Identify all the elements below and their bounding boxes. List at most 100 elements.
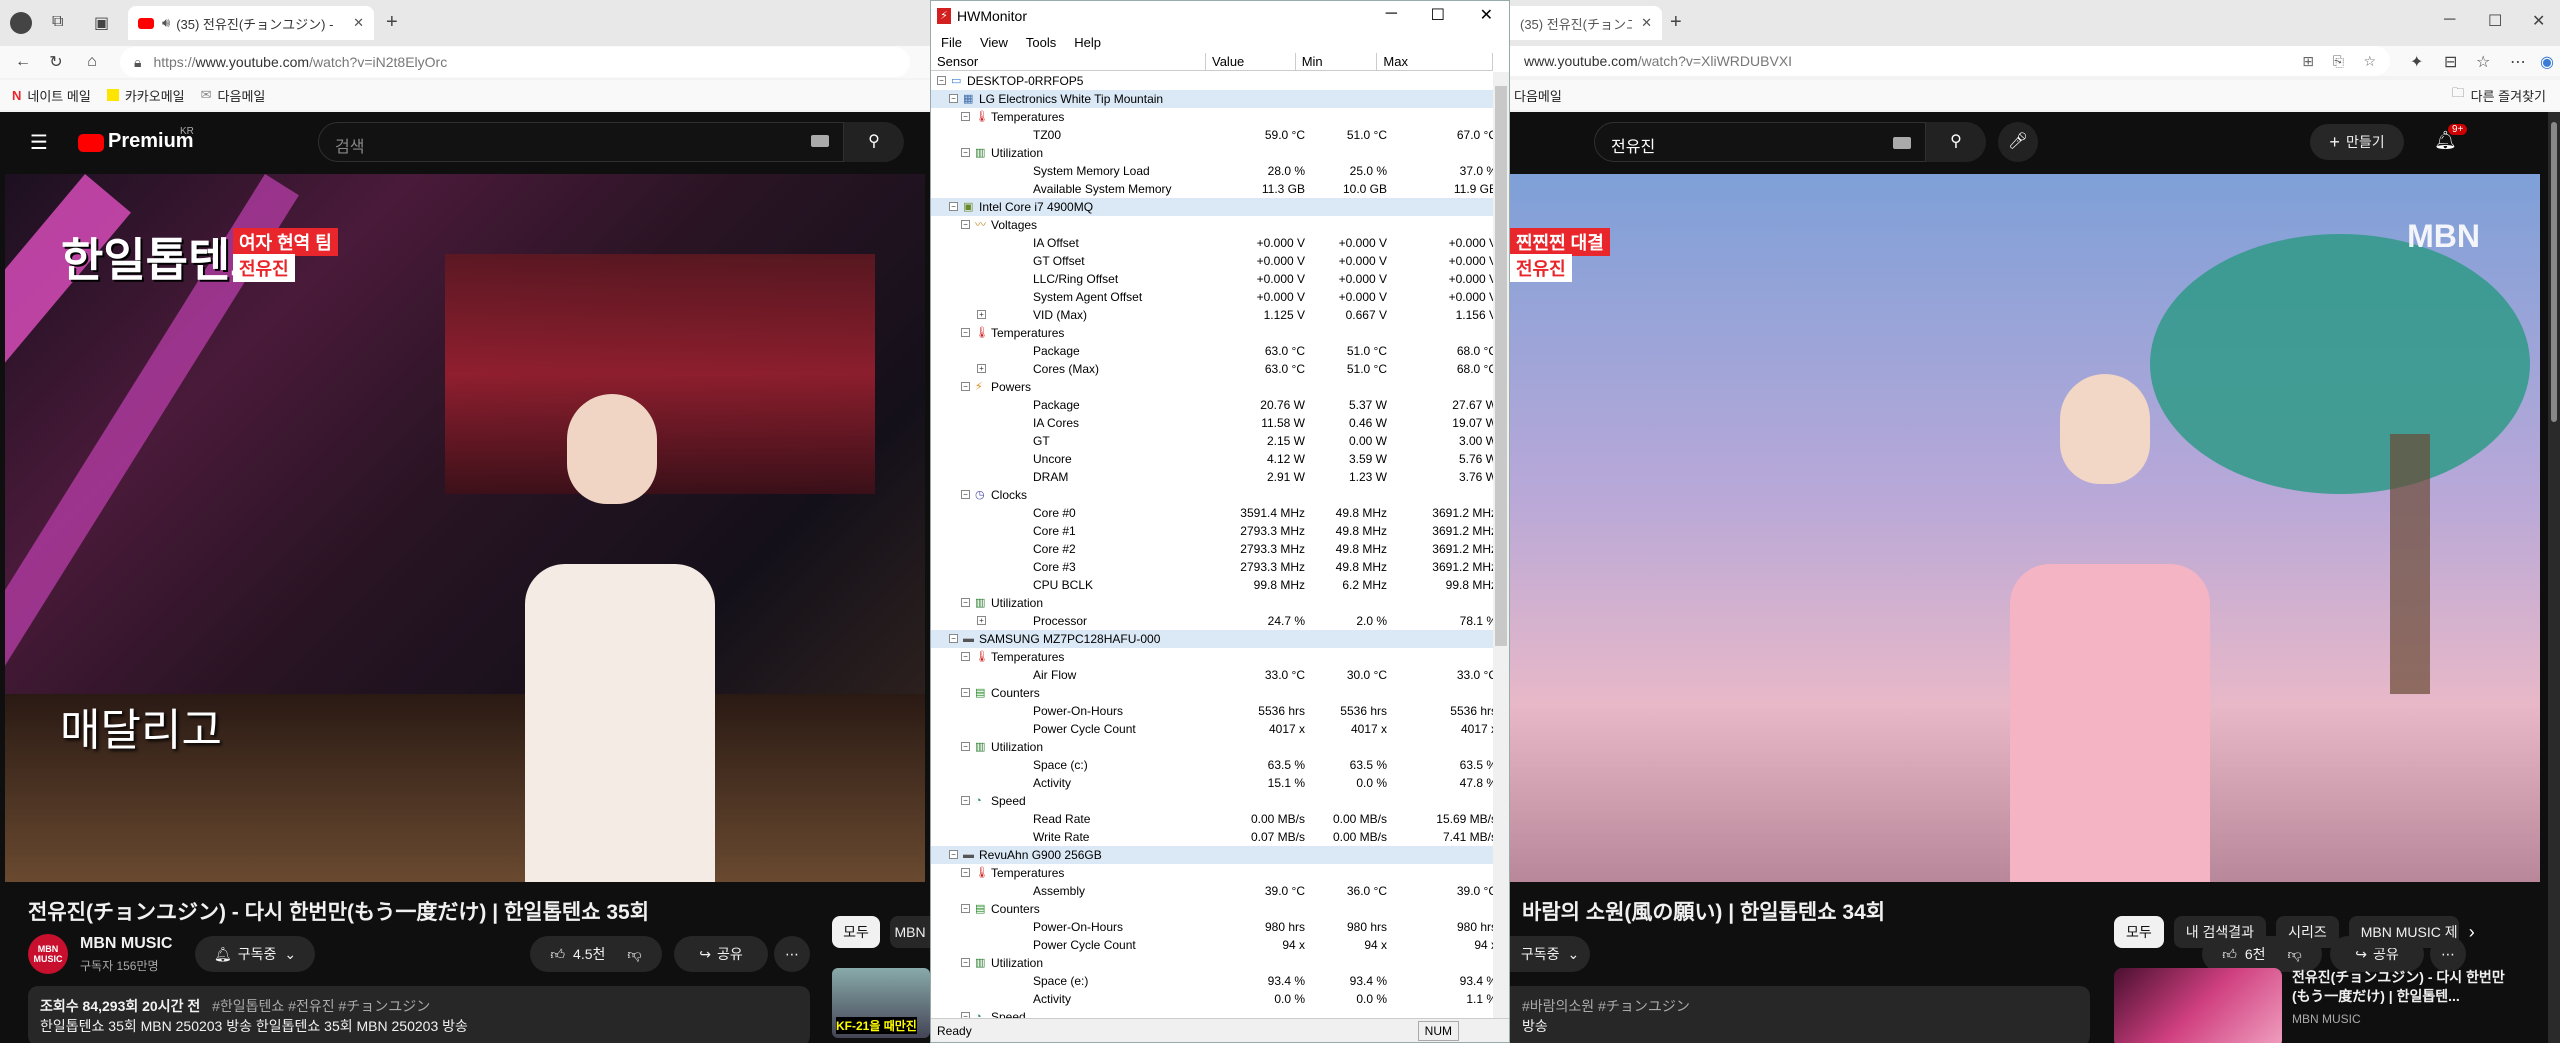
keyboard-icon[interactable] <box>811 135 829 147</box>
right-chip-all-btn[interactable]: 모두 <box>2114 916 2164 948</box>
channel-name[interactable]: MBN MUSIC <box>80 935 172 953</box>
right-description-box[interactable]: #바람의소원 #チョンユジン 방송 <box>1510 986 2090 1043</box>
menu-help[interactable]: Help <box>1074 35 1101 50</box>
collapse-icon[interactable]: − <box>949 850 958 859</box>
other-favorites[interactable]: 다른 즐겨찾기 <box>2471 86 2546 105</box>
expand-icon[interactable]: + <box>977 364 986 373</box>
sensor-row[interactable]: IA Cores 11.58 W 0.46 W 19.07 W <box>931 414 1493 432</box>
sensor-row[interactable]: + Cores (Max) 63.0 °C 51.0 °C 68.0 °C <box>931 360 1493 378</box>
col-min[interactable]: Min <box>1296 53 1378 71</box>
collapse-icon[interactable]: − <box>961 148 970 157</box>
collapse-icon[interactable]: − <box>961 868 970 877</box>
sensor-row[interactable]: GT Offset +0.000 V +0.000 V +0.000 V <box>931 252 1493 270</box>
group-row[interactable]: − 🌡︎ Temperatures <box>931 324 1493 342</box>
collapse-icon[interactable]: − <box>961 112 970 121</box>
back-icon[interactable]: ← <box>8 53 38 71</box>
sensor-row[interactable]: Package 20.76 W 5.37 W 27.67 W <box>931 396 1493 414</box>
group-row[interactable]: − 🌡︎ Temperatures <box>931 648 1493 666</box>
right-dislike-icon[interactable]: 👎︎ <box>2288 946 2302 963</box>
collapse-icon[interactable]: − <box>937 76 946 85</box>
col-value[interactable]: Value <box>1206 53 1296 71</box>
group-row[interactable]: − ⚡ Powers <box>931 378 1493 396</box>
device-row[interactable]: − ▦ LG Electronics White Tip Mountain <box>931 90 1493 108</box>
col-max[interactable]: Max <box>1377 53 1493 71</box>
right-new-tab-icon[interactable]: + <box>1670 11 1682 34</box>
menu-tools[interactable]: Tools <box>1026 35 1056 50</box>
right-keyboard-icon[interactable] <box>1893 137 1911 149</box>
profile-avatar[interactable] <box>10 12 32 34</box>
menu-file[interactable]: File <box>941 35 962 50</box>
window-minimize-icon[interactable]: ─ <box>2444 11 2455 29</box>
sensor-row[interactable]: Read Rate 0.00 MB/s 0.00 MB/s 15.69 MB/s <box>931 810 1493 828</box>
sensor-row[interactable]: +Processor24.7 %2.0 %78.1 % <box>931 612 1493 630</box>
collapse-icon[interactable]: − <box>961 958 970 967</box>
page-scroll-thumb[interactable] <box>2551 122 2557 422</box>
sensor-row[interactable]: Core #2 2793.3 MHz 49.8 MHz 3691.2 MHz <box>931 540 1493 558</box>
collapse-icon[interactable]: − <box>961 220 970 229</box>
right-search-button[interactable]: ⚲ <box>1926 122 1986 162</box>
sensor-row[interactable]: Activity15.1 %0.0 %47.8 % <box>931 774 1493 792</box>
group-row[interactable]: − 〰 Voltages <box>931 216 1493 234</box>
collapse-icon[interactable]: − <box>961 688 970 697</box>
sensor-row[interactable]: Air Flow 33.0 °C 30.0 °C 33.0 °C <box>931 666 1493 684</box>
collapse-icon[interactable]: − <box>949 202 958 211</box>
sensor-row[interactable]: CPU BCLK 99.8 MHz 6.2 MHz 99.8 MHz <box>931 576 1493 594</box>
sensor-row[interactable]: Core #0 3591.4 MHz 49.8 MHz 3691.2 MHz <box>931 504 1493 522</box>
sensor-row[interactable]: Available System Memory 11.3 GB 10.0 GB 11.… <box>931 180 1493 198</box>
create-button[interactable]: + 만들기 <box>2310 124 2404 160</box>
search-button[interactable]: ⚲ <box>844 122 904 162</box>
translate-icon[interactable]: ⊞ <box>2302 53 2314 70</box>
group-row[interactable]: − ▥ Utilization <box>931 738 1493 756</box>
chip-mbn[interactable]: MBN <box>890 916 930 948</box>
recommended-thumbnail[interactable] <box>2114 968 2282 1043</box>
sensor-row[interactable]: TZ00 59.0 °C 51.0 °C 67.0 °C <box>931 126 1493 144</box>
tab-close-icon[interactable]: ✕ <box>353 15 364 31</box>
fav-item-nate[interactable]: 네이트 메일 <box>27 86 90 105</box>
device-row[interactable]: − ▣ Intel Core i7 4900MQ <box>931 198 1493 216</box>
right-subscribe-button[interactable]: 구독중 ⌄ <box>1510 936 1590 972</box>
sensor-row[interactable]: LLC/Ring Offset +0.000 V +0.000 V +0.000 V <box>931 270 1493 288</box>
close-icon[interactable]: ✕ <box>1480 5 1493 25</box>
host-row[interactable]: − ▭ DESKTOP-0RRFOP5 <box>931 72 1493 90</box>
sensor-row[interactable]: Core #1 2793.3 MHz 49.8 MHz 3691.2 MHz <box>931 522 1493 540</box>
collapse-icon[interactable]: − <box>961 328 970 337</box>
collapse-icon[interactable]: − <box>961 904 970 913</box>
group-row[interactable]: − ◔ Speed <box>931 1008 1493 1018</box>
sensor-row[interactable]: Uncore 4.12 W 3.59 W 5.76 W <box>931 450 1493 468</box>
reader-icon[interactable]: ⎘ <box>2333 53 2344 70</box>
voice-search-button[interactable]: 🎤︎ <box>1998 122 2038 162</box>
new-tab-icon[interactable]: + <box>386 11 398 34</box>
chips-next-icon[interactable]: › <box>2469 916 2475 948</box>
expand-icon[interactable]: + <box>977 310 986 319</box>
copilot-icon[interactable]: ◉ <box>2540 52 2554 72</box>
collapse-icon[interactable]: − <box>949 94 958 103</box>
sensor-row[interactable]: + VID (Max) 1.125 V 0.667 V 1.156 V <box>931 306 1493 324</box>
dislike-icon[interactable]: 👎︎ <box>627 946 641 963</box>
collapse-icon[interactable]: − <box>961 490 970 499</box>
like-button[interactable]: 👍︎ 4.5천 👎︎ <box>530 936 662 972</box>
group-row[interactable]: − ▥ Utilization <box>931 144 1493 162</box>
subscribe-button[interactable]: 🔔︎ 구독중 ⌄ <box>195 936 315 972</box>
tab-actions-icon[interactable]: ▣ <box>94 13 109 33</box>
sensor-row[interactable]: Core #3 2793.3 MHz 49.8 MHz 3691.2 MHz <box>931 558 1493 576</box>
sensor-row[interactable]: System Agent Offset +0.000 V +0.000 V +0.00… <box>931 288 1493 306</box>
group-row[interactable]: − 🌡︎ Temperatures <box>931 864 1493 882</box>
collapse-icon[interactable]: − <box>961 382 970 391</box>
more-actions-button[interactable]: ⋯ <box>774 936 810 972</box>
hashtags[interactable]: #한일톱텐쇼 #전유진 #チョンユジン <box>212 998 430 1014</box>
menu-view[interactable]: View <box>980 35 1008 50</box>
description-box[interactable]: 조회수 84,293회 20시간 전 #한일톱텐쇼 #전유진 #チョンユジン 한… <box>28 986 810 1043</box>
sensor-row[interactable]: DRAM 2.91 W 1.23 W 3.76 W <box>931 468 1493 486</box>
collapse-icon[interactable]: − <box>961 652 970 661</box>
right-tab-close-icon[interactable]: ✕ <box>1641 15 1652 31</box>
sensor-row[interactable]: Power-On-Hours 980 hrs 980 hrs 980 hrs <box>931 918 1493 936</box>
right-search-input[interactable]: 전유진 <box>1594 122 1926 162</box>
device-row[interactable]: − ▬ RevuAhn G900 256GB <box>931 846 1493 864</box>
hw-scroll-thumb[interactable] <box>1495 86 1507 646</box>
device-row[interactable]: − ▬ SAMSUNG MZ7PC128HAFU-000 <box>931 630 1493 648</box>
hw-scrollbar[interactable] <box>1493 72 1509 1018</box>
sensor-row[interactable]: Space (e:)93.4 %93.4 %93.4 % <box>931 972 1493 990</box>
sensor-row[interactable]: Package 63.0 °C 51.0 °C 68.0 °C <box>931 342 1493 360</box>
channel-avatar[interactable]: MBN MUSIC <box>28 934 68 974</box>
group-row[interactable]: − ▤ Counters <box>931 900 1493 918</box>
